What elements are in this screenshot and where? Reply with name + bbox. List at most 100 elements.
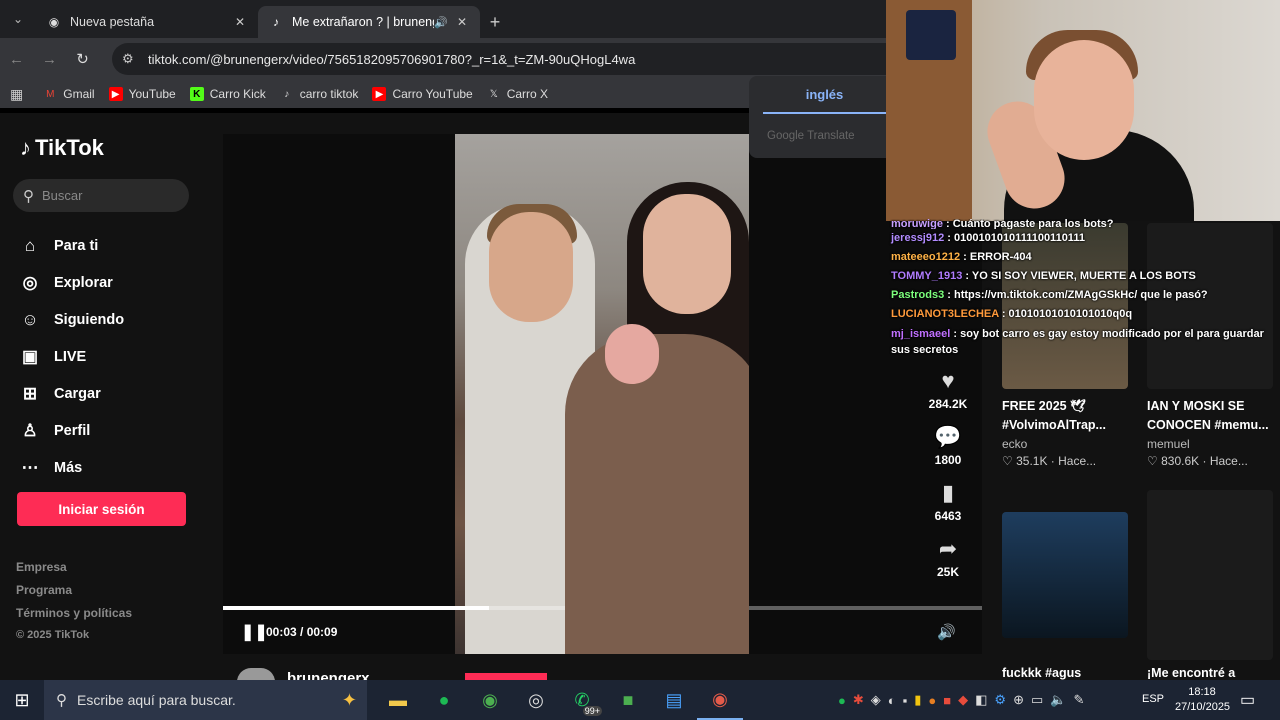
chat-user: mateeeo1212 (891, 251, 961, 263)
tray-app-icon[interactable]: ◆ (958, 692, 968, 708)
footer-link-terminos[interactable]: Términos y políticas (16, 606, 132, 629)
close-icon[interactable]: ✕ (232, 15, 248, 29)
tray-app-icon[interactable]: ◧ (975, 692, 987, 708)
volume-icon[interactable]: 🔊 (937, 623, 956, 641)
chrome-icon[interactable]: ◉ (467, 680, 513, 720)
bookmark-carro-youtube[interactable]: ▶ Carro YouTube (372, 87, 473, 101)
tray-app-icon[interactable]: ⊕ (1013, 692, 1024, 708)
sidebar: ♪ TikTok ⚲ Buscar ⌂ Para ti ◎ Explorar ☺ Sig… (0, 113, 205, 680)
search-input[interactable]: ⚲ Buscar (13, 179, 189, 212)
spotify-tray-icon[interactable]: ● (838, 693, 846, 708)
video-thumbs-up (605, 324, 659, 384)
tab-strip: ⌄ ◉ Nueva pestaña ✕ ♪ Me extrañaron ? | … (0, 0, 886, 38)
pen-icon[interactable]: ✎ (1073, 692, 1084, 708)
related-title[interactable]: IAN Y MOSKI SE CONOCEN #memu... (1147, 397, 1277, 435)
tab-new-tab[interactable]: ◉ Nueva pestaña ✕ (36, 6, 258, 38)
tab-search-button[interactable]: ⌄ (0, 0, 36, 38)
youtube-icon: ▶ (108, 87, 123, 101)
video-player[interactable]: ❚❚ 00:03 / 00:09 🔊 (223, 134, 982, 654)
video-head-right (643, 194, 731, 314)
related-author[interactable]: ecko (1002, 437, 1027, 451)
chat-message: moruwige : Cuánto pagaste para los bots? (891, 219, 1114, 229)
related-title[interactable]: FREE 2025 🕊 #VolvimoAlTrap... (1002, 397, 1132, 435)
close-icon[interactable]: ✕ (454, 15, 470, 29)
bookmark-carro-x[interactable]: 𝕏 Carro X (487, 87, 548, 101)
reload-button[interactable]: ↻ (66, 43, 99, 75)
sidebar-item-para-ti[interactable]: ⌂ Para ti (18, 227, 124, 264)
related-author[interactable]: memuel (1147, 437, 1190, 451)
tray-app-icon[interactable]: ▮ (914, 692, 921, 708)
tab-tiktok-video[interactable]: ♪ Me extrañaron ? | brunenge 🔊 ✕ (258, 6, 480, 38)
following-icon: ☺ (21, 309, 39, 329)
chrome-active-icon[interactable]: ◉ (697, 680, 743, 720)
tray-app-icon[interactable]: ◐ (888, 693, 896, 708)
bookmark-label: Carro YouTube (392, 87, 473, 101)
sidebar-item-cargar[interactable]: ⊞ Cargar (18, 375, 124, 412)
file-explorer-icon[interactable]: ▬ (375, 680, 421, 720)
pause-icon[interactable]: ❚❚ (241, 622, 268, 642)
settings-icon[interactable]: ⚙ (994, 692, 1006, 708)
bookmark-label: Gmail (63, 87, 95, 101)
sidebar-item-explorar[interactable]: ◎ Explorar (18, 264, 124, 301)
kick-icon: K (189, 87, 204, 101)
login-button[interactable]: Iniciar sesión (17, 492, 186, 526)
minecraft-icon[interactable]: ■ (605, 680, 651, 720)
search-placeholder: Buscar (42, 188, 83, 203)
bookmark-label: YouTube (128, 87, 176, 101)
sidebar-item-perfil[interactable]: ♙ Perfil (18, 412, 124, 449)
windows-start-icon[interactable]: ⊞ (0, 680, 44, 720)
volume-icon[interactable]: 🔈 (1050, 692, 1066, 708)
back-button[interactable]: ← (0, 43, 33, 75)
language-indicator[interactable]: ESP (1142, 693, 1164, 705)
chat-user: Pastrods3 (891, 289, 945, 301)
youtube-icon: ▶ (372, 87, 387, 101)
tiktok-logo[interactable]: ♪ TikTok (20, 135, 104, 161)
tiktok-icon: ♪ (20, 135, 31, 160)
footer-link-programa[interactable]: Programa (16, 583, 132, 606)
forward-button[interactable]: → (33, 43, 66, 75)
translate-language-tab[interactable]: inglés (763, 76, 886, 114)
like-button[interactable]: ♥ 284.2K (920, 368, 976, 424)
related-stats: ♡ 830.6K · Hace... (1147, 454, 1248, 468)
bookmark-carro-tiktok[interactable]: ♪ carro tiktok (280, 87, 358, 101)
tray-app-icon[interactable]: ▪ (903, 693, 908, 708)
sidebar-item-mas[interactable]: ⋯ Más (18, 449, 124, 486)
sidebar-item-siguiendo[interactable]: ☺ Siguiendo (18, 301, 124, 338)
bookmark-label: Carro X (506, 87, 549, 101)
footer-link-empresa[interactable]: Empresa (16, 560, 132, 583)
new-tab-button[interactable]: + (480, 6, 510, 38)
speaker-icon[interactable]: 🔊 (434, 16, 448, 29)
network-icon[interactable]: ▭ (1031, 692, 1043, 708)
url-text[interactable]: tiktok.com/@brunengerx/video/75651820957… (148, 52, 635, 67)
address-bar[interactable]: ⚙ tiktok.com/@brunengerx/video/756518209… (112, 43, 892, 75)
tray-app-icon[interactable]: ● (928, 693, 936, 708)
notifications-icon[interactable]: ▭ (1240, 690, 1255, 710)
related-likes: 830.6K (1161, 454, 1200, 468)
taskbar-search[interactable]: ⚲ Escribe aquí para buscar. ✦ (44, 680, 367, 720)
apps-grid-icon[interactable]: ▦ (10, 86, 23, 103)
whatsapp-icon[interactable]: ✆ 99+ (559, 680, 605, 720)
bookmark-gmail[interactable]: M Gmail (43, 87, 95, 101)
related-thumbnail[interactable] (1002, 512, 1128, 638)
bookmark-youtube[interactable]: ▶ YouTube (108, 87, 176, 101)
spotify-icon[interactable]: ● (421, 680, 467, 720)
store-icon[interactable]: ▤ (651, 680, 697, 720)
sidebar-item-live[interactable]: ▣ LIVE (18, 338, 124, 375)
x-icon: 𝕏 (489, 88, 498, 100)
browser-toolbar: ← → ↻ ⚙ tiktok.com/@brunengerx/video/756… (0, 38, 892, 80)
tray-app-icon[interactable]: ■ (943, 693, 951, 708)
comment-button[interactable]: 💬 1800 (920, 424, 976, 480)
save-button[interactable]: ▮ 6463 (920, 480, 976, 536)
tray-app-icon[interactable]: ◈ (871, 692, 881, 708)
heart-outline-icon: ♡ (1002, 454, 1017, 468)
obs-icon[interactable]: ◎ (513, 680, 559, 720)
compass-icon: ◎ (22, 272, 38, 292)
tray-app-icon[interactable]: ✱ (853, 692, 864, 708)
site-info-icon[interactable]: ⚙ (122, 51, 144, 67)
related-thumbnail[interactable] (1147, 490, 1273, 660)
video-frame[interactable] (455, 134, 749, 654)
taskbar-clock[interactable]: 18:18 27/10/2025 (1175, 685, 1230, 715)
share-button[interactable]: ➦ 25K (920, 536, 976, 592)
windows-taskbar: ⊞ ⚲ Escribe aquí para buscar. ✦ ▬ ● ◉ ◎ … (0, 680, 1280, 720)
bookmark-carro-kick[interactable]: K Carro Kick (189, 87, 266, 101)
